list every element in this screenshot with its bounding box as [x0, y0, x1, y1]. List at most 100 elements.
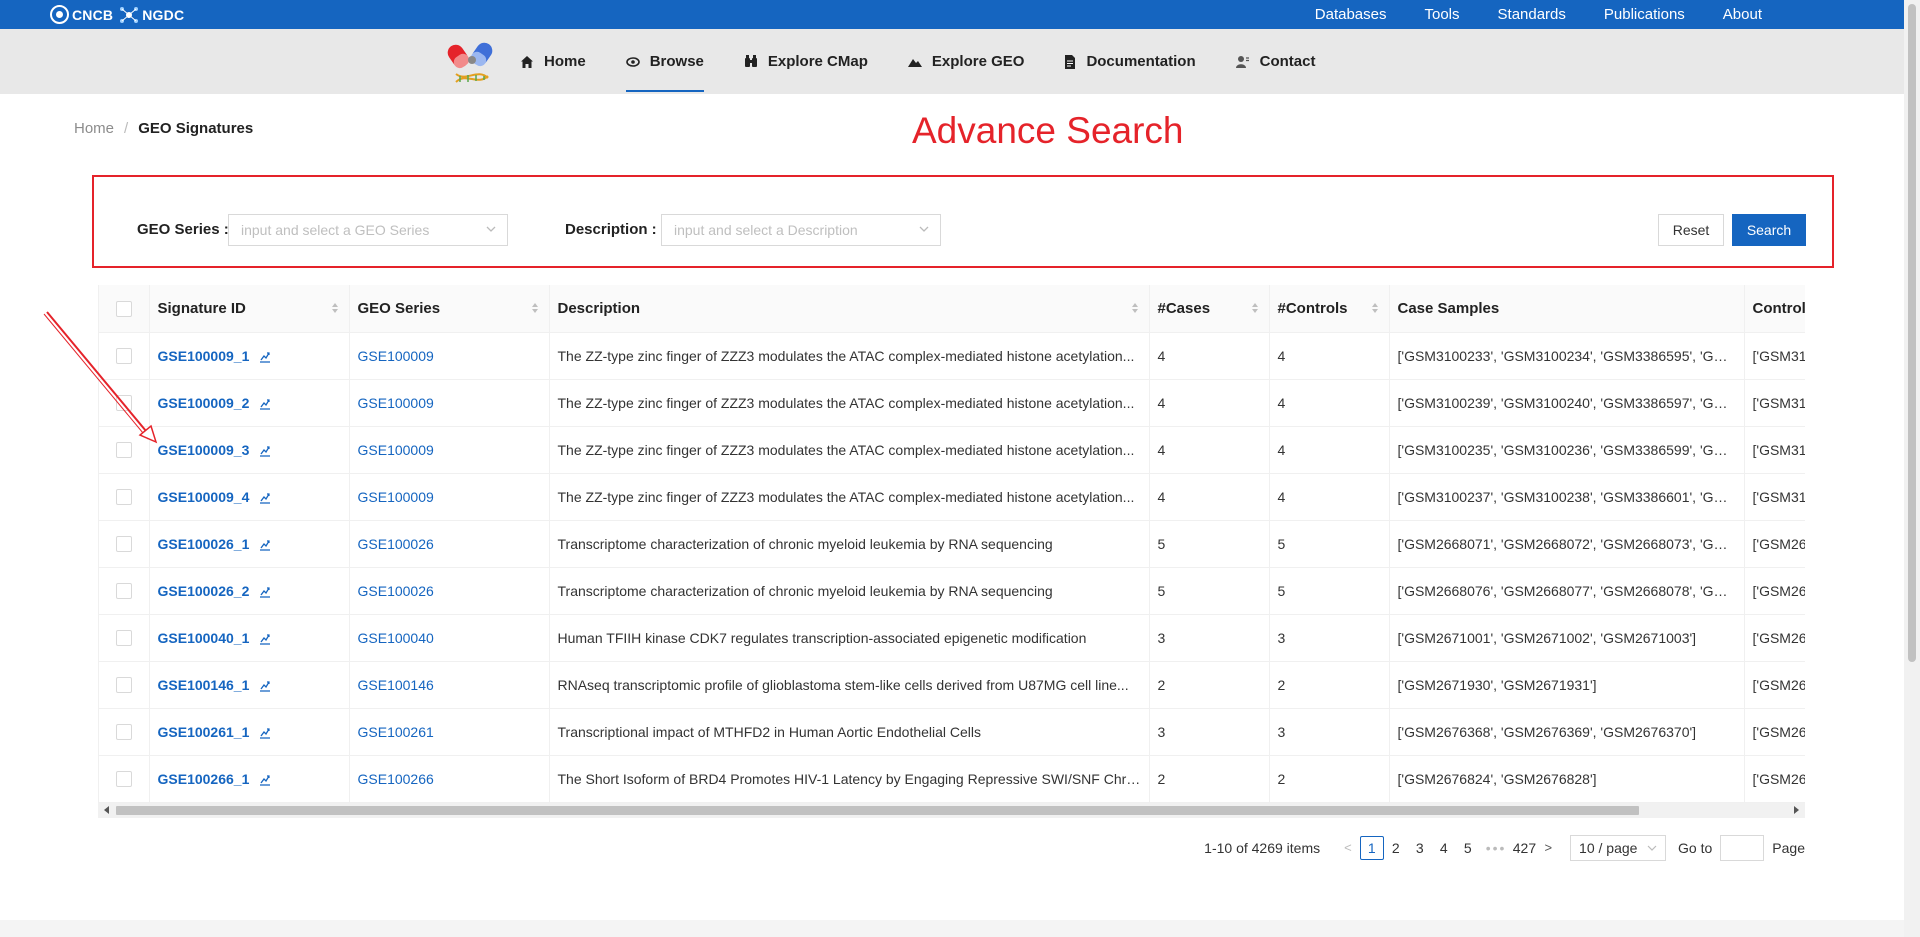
advanced-search-panel: GEO Series : input and select a GEO Seri…: [92, 175, 1834, 268]
signature-id-link[interactable]: GSE100266_1: [158, 771, 250, 787]
horizontal-scroll-thumb[interactable]: [116, 806, 1639, 815]
geo-series-link[interactable]: GSE100009: [358, 348, 434, 364]
sort-icon[interactable]: [531, 302, 539, 314]
col-case-samples-label: Case Samples: [1397, 299, 1500, 317]
cncb-ngdc-logo[interactable]: CNCB NGDC: [50, 4, 184, 25]
scroll-right-icon[interactable]: [1794, 806, 1799, 814]
signature-id-link[interactable]: GSE100009_2: [158, 395, 250, 411]
nav-explore-geo[interactable]: Explore GEO: [907, 29, 1024, 94]
signature-id-link[interactable]: GSE100261_1: [158, 724, 250, 740]
page-5[interactable]: 5: [1456, 840, 1480, 856]
nav-browse[interactable]: Browse: [625, 29, 705, 94]
signature-id-link[interactable]: GSE100009_4: [158, 489, 250, 505]
geo-series-link[interactable]: GSE100261: [358, 724, 434, 740]
row-checkbox[interactable]: [115, 630, 132, 647]
geo-series-cell: GSE100009: [349, 379, 550, 427]
topnav-about[interactable]: About: [1723, 6, 1762, 23]
col-controls[interactable]: #Controls: [1269, 285, 1390, 333]
chart-icon[interactable]: [249, 442, 271, 458]
chart-icon[interactable]: [249, 395, 271, 411]
chart-icon[interactable]: [249, 489, 271, 505]
breadcrumb-home[interactable]: Home: [74, 120, 114, 137]
row-checkbox[interactable]: [115, 536, 132, 553]
vertical-scroll-thumb[interactable]: [1908, 4, 1916, 662]
geo-series-link[interactable]: GSE100009: [358, 442, 434, 458]
reset-button[interactable]: Reset: [1658, 214, 1724, 246]
app-logo-icon[interactable]: [446, 38, 498, 90]
sort-icon[interactable]: [1131, 302, 1139, 314]
nav-contact[interactable]: Contact: [1235, 29, 1315, 94]
search-button[interactable]: Search: [1732, 214, 1806, 246]
page-3[interactable]: 3: [1408, 840, 1432, 856]
signature-id-link[interactable]: GSE100146_1: [158, 677, 250, 693]
nav-explore-cmap[interactable]: Explore CMap: [744, 29, 868, 94]
chart-icon[interactable]: [249, 348, 271, 364]
geo-series-select[interactable]: input and select a GEO Series: [228, 214, 508, 246]
chart-icon[interactable]: [249, 677, 271, 693]
nav-home[interactable]: Home: [520, 29, 586, 94]
horizontal-scrollbar[interactable]: [98, 803, 1805, 818]
col-signature-id[interactable]: Signature ID: [149, 285, 350, 333]
signature-id-link[interactable]: GSE100009_1: [158, 348, 250, 364]
row-checkbox[interactable]: [115, 771, 132, 788]
chart-icon[interactable]: [249, 771, 271, 787]
topnav-publications[interactable]: Publications: [1604, 6, 1685, 23]
topnav-databases[interactable]: Databases: [1315, 6, 1387, 23]
next-page-icon[interactable]: >: [1544, 840, 1552, 855]
scroll-left-icon[interactable]: [104, 806, 109, 814]
signature-id-link[interactable]: GSE100026_2: [158, 583, 250, 599]
col-control-samples: Control: [1744, 285, 1805, 333]
signature-id-link[interactable]: GSE100040_1: [158, 630, 250, 646]
goto-page-input[interactable]: [1720, 834, 1765, 861]
nav-documentation[interactable]: Documentation: [1064, 29, 1196, 94]
row-checkbox[interactable]: [115, 677, 132, 694]
page-last[interactable]: 427: [1512, 840, 1536, 856]
description-select[interactable]: input and select a Description: [661, 214, 941, 246]
col-description[interactable]: Description: [549, 285, 1150, 333]
page-size-value: 10 / page: [1579, 839, 1638, 856]
geo-series-link[interactable]: GSE100146: [358, 677, 434, 693]
row-checkbox[interactable]: [115, 724, 132, 741]
row-select-cell: [99, 755, 150, 803]
geo-series-link[interactable]: GSE100026: [358, 536, 434, 552]
controls-cell: 4: [1269, 426, 1390, 474]
footer-strip: [0, 920, 1904, 937]
geo-series-link[interactable]: GSE100009: [358, 489, 434, 505]
vertical-scrollbar[interactable]: [1904, 0, 1920, 937]
geo-series-link[interactable]: GSE100266: [358, 771, 434, 787]
sort-icon[interactable]: [331, 302, 339, 314]
topnav-standards[interactable]: Standards: [1498, 6, 1566, 23]
sort-icon[interactable]: [1251, 302, 1259, 314]
signature-id-link[interactable]: GSE100026_1: [158, 536, 250, 552]
chart-icon[interactable]: [249, 583, 271, 599]
case-samples-cell: ['GSM3100235', 'GSM3100236', 'GSM3386599…: [1389, 426, 1745, 474]
page-4[interactable]: 4: [1432, 840, 1456, 856]
geo-series-link[interactable]: GSE100009: [358, 395, 434, 411]
geo-series-link[interactable]: GSE100026: [358, 583, 434, 599]
chart-icon[interactable]: [249, 630, 271, 646]
col-geo-series[interactable]: GEO Series: [349, 285, 550, 333]
sort-icon[interactable]: [1371, 302, 1379, 314]
row-checkbox[interactable]: [115, 583, 132, 600]
geo-series-link[interactable]: GSE100040: [358, 630, 434, 646]
row-checkbox[interactable]: [115, 348, 132, 365]
control-samples-cell: ['GSM310: [1744, 426, 1805, 474]
row-checkbox[interactable]: [115, 442, 132, 459]
page-2[interactable]: 2: [1384, 840, 1408, 856]
chart-icon[interactable]: [249, 724, 271, 740]
chart-icon[interactable]: [249, 536, 271, 552]
row-checkbox[interactable]: [115, 395, 132, 412]
page-ellipsis[interactable]: •••: [1486, 840, 1507, 856]
col-cases[interactable]: #Cases: [1149, 285, 1270, 333]
signature-id-link[interactable]: GSE100009_3: [158, 442, 250, 458]
row-select-cell: [99, 567, 150, 615]
pagination-total: 1-10 of 4269 items: [1204, 839, 1321, 856]
prev-page-icon[interactable]: <: [1344, 840, 1352, 855]
control-samples-cell: ['GSM266: [1744, 520, 1805, 568]
page-size-select[interactable]: 10 / page: [1570, 834, 1667, 861]
page-1[interactable]: 1: [1359, 835, 1384, 860]
table-row: GSE100040_1 GSE100040 Human TFIIH kinase C…: [99, 614, 1805, 662]
row-checkbox[interactable]: [115, 489, 132, 506]
select-all-checkbox[interactable]: [115, 300, 132, 317]
topnav-tools[interactable]: Tools: [1424, 6, 1459, 23]
